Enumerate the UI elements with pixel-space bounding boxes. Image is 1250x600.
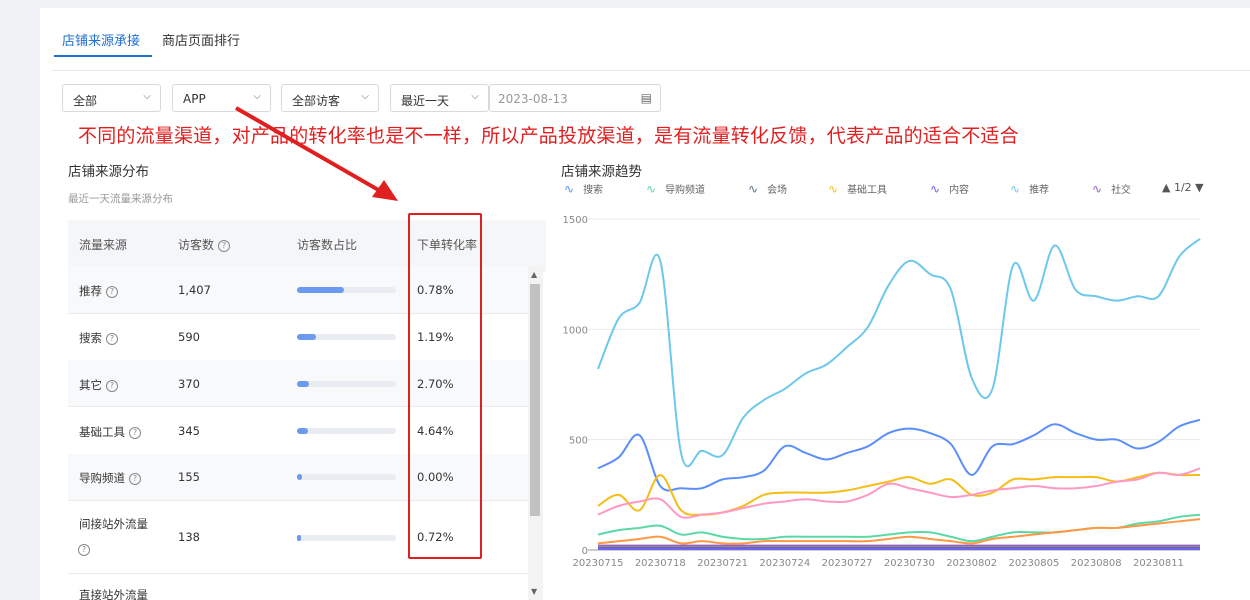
x-tick-label: 20230727	[822, 558, 873, 569]
y-tick-label: 1500	[563, 215, 588, 226]
y-tick-label: 0	[582, 546, 588, 557]
x-tick-label: 20230730	[884, 558, 935, 569]
arrow-shaft	[235, 106, 383, 194]
series-lines	[597, 238, 1201, 550]
series-line-5	[597, 238, 1201, 468]
x-tick-label: 20230721	[697, 558, 748, 569]
x-tick-label: 20230802	[946, 558, 997, 569]
series-line-3	[597, 471, 1201, 516]
y-tick-label: 500	[569, 436, 588, 447]
series-line-7	[597, 467, 1201, 519]
x-axis: 20230715 20230718 20230721 20230724 20230727…	[573, 558, 1184, 569]
chart-grid	[588, 218, 1200, 551]
series-line-8	[597, 518, 1201, 545]
x-tick-label: 20230715	[573, 558, 624, 569]
trend-chart: 050010001500 20230715 20230718 20230721 202…	[235, 106, 1201, 569]
x-tick-label: 20230805	[1008, 558, 1059, 569]
x-tick-label: 20230808	[1071, 558, 1122, 569]
y-axis: 0 500 1000 1500	[563, 215, 588, 557]
x-tick-label: 20230724	[759, 558, 810, 569]
y-tick-label: 1000	[563, 325, 588, 336]
x-tick-label: 20230718	[635, 558, 686, 569]
annotation-arrow	[235, 106, 398, 201]
x-tick-label: 20230811	[1133, 558, 1184, 569]
